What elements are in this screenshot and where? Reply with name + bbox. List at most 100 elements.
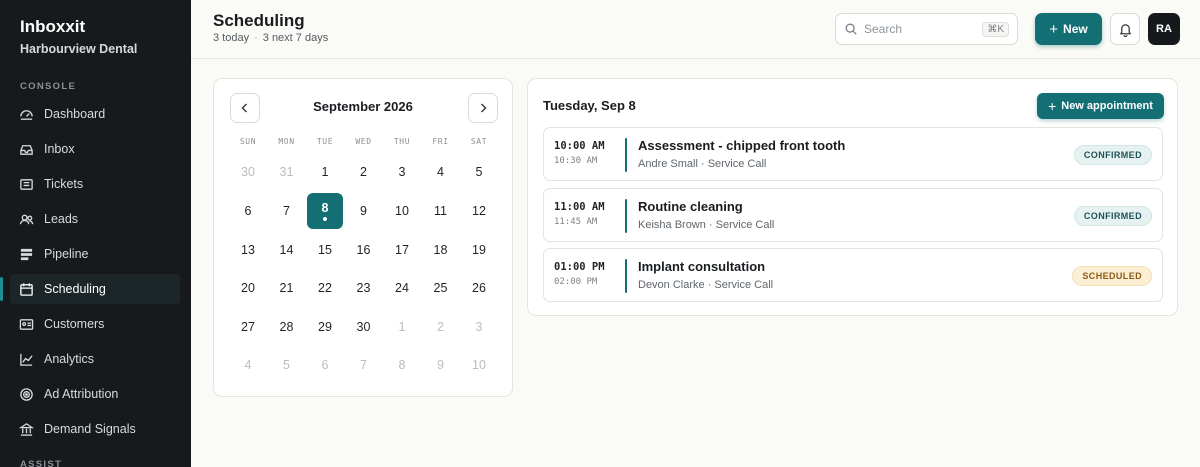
brand-name[interactable]: Inboxxit — [20, 17, 85, 37]
calendar-day-number: 2 — [360, 165, 367, 179]
calendar-day[interactable]: 9 — [423, 347, 459, 383]
sidebar-item-label: Pipeline — [44, 247, 89, 261]
sidebar-item-inbox[interactable]: Inbox — [10, 134, 180, 164]
calendar-day[interactable]: 24 — [384, 270, 420, 306]
calendar-day[interactable]: 25 — [423, 270, 459, 306]
appointment-item[interactable]: 11:00 AM 11:45 AM Routine cleaning Keish… — [543, 188, 1163, 242]
calendar-day[interactable]: 5 — [269, 347, 305, 383]
calendar-day-number: 23 — [356, 281, 371, 295]
notifications-button[interactable] — [1110, 13, 1140, 45]
sidebar-item-customers[interactable]: Customers — [10, 309, 180, 339]
sidebar-item-scheduling[interactable]: Scheduling — [0, 274, 180, 304]
sidebar: Inboxxit Harbourview Dental CONSOLE Dash… — [0, 0, 191, 467]
calendar-day[interactable]: 16 — [346, 232, 382, 268]
appointment-item[interactable]: 01:00 PM 02:00 PM Implant consultation D… — [543, 248, 1163, 302]
status-badge: SCHEDULED — [1072, 266, 1152, 286]
target-icon — [18, 386, 34, 402]
calendar-day[interactable]: 3 — [461, 309, 497, 345]
calendar-day[interactable]: 5 — [461, 154, 497, 190]
calendar-day[interactable]: 10 — [461, 347, 497, 383]
calendar-day[interactable]: 12 — [461, 193, 497, 229]
weekday-label: SUN — [239, 137, 257, 146]
appointment-end-time: 11:45 AM — [554, 217, 598, 227]
calendar-day[interactable]: 26 — [461, 270, 497, 306]
calendar-day[interactable]: 28 — [269, 309, 305, 345]
calendar-day[interactable]: 3 — [384, 154, 420, 190]
calendar-day-number: 6 — [321, 358, 329, 372]
calendar-day[interactable]: 22 — [307, 270, 343, 306]
appointment-end-time: 02:00 PM — [554, 277, 598, 287]
sidebar-item-label: Ad Attribution — [44, 387, 119, 401]
calendar-day-number: 3 — [475, 320, 483, 334]
search-input[interactable]: Search ⌘K — [835, 13, 1018, 45]
calendar-day[interactable]: 30 — [346, 309, 382, 345]
weekday-label: FRI — [432, 137, 449, 146]
new-button-label: New — [1063, 22, 1088, 36]
plus-icon: + — [1049, 20, 1059, 38]
calendar-day-number: 15 — [318, 243, 332, 257]
calendar-day[interactable]: 7 — [269, 193, 305, 229]
calendar-day[interactable]: 1 — [384, 309, 420, 345]
sidebar-item-ad-attribution[interactable]: Ad Attribution — [10, 379, 180, 409]
calendar-day[interactable]: 11 — [423, 193, 459, 229]
calendar-day-number: 29 — [318, 320, 332, 334]
calendar-day-number: 25 — [433, 281, 448, 295]
calendar-day[interactable]: 4 — [423, 154, 459, 190]
sidebar-item-analytics[interactable]: Analytics — [10, 344, 180, 374]
calendar-day[interactable]: 4 — [230, 347, 266, 383]
calendar-day[interactable]: 29 — [307, 309, 343, 345]
calendar-card: September 2026 SUN MON TUE WED THU FRI SAT 30 3… — [213, 78, 513, 397]
calendar-day[interactable]: 20 — [230, 270, 266, 306]
calendar-day-number: 19 — [472, 243, 486, 257]
user-avatar[interactable]: RA — [1148, 13, 1180, 45]
calendar-day[interactable]: 8 — [384, 347, 420, 383]
calendar-day[interactable]: 9 — [346, 193, 382, 229]
appointment-item[interactable]: 10:00 AM 10:30 AM Assessment - chipped f… — [543, 127, 1163, 181]
new-appointment-button[interactable]: + New appointment — [1037, 93, 1164, 119]
calendar-day[interactable]: 13 — [230, 232, 266, 268]
calendar-day[interactable]: 7 — [346, 347, 382, 383]
calendar-day[interactable]: 6 — [307, 347, 343, 383]
calendar-day[interactable]: 14 — [269, 232, 305, 268]
calendar-day-number: 16 — [356, 243, 371, 257]
previous-month-button[interactable] — [230, 93, 260, 123]
search-shortcut: ⌘K — [982, 21, 1009, 37]
calendar-day[interactable]: 19 — [461, 232, 497, 268]
calendar-day-number: 31 — [279, 165, 294, 179]
calendar-day[interactable]: 1 — [307, 154, 343, 190]
calendar-day[interactable]: 2 — [346, 154, 382, 190]
calendar-day-number: 11 — [434, 204, 447, 218]
new-button[interactable]: + New — [1035, 13, 1102, 45]
id-card-icon — [18, 316, 34, 332]
appointment-end-time: 10:30 AM — [554, 156, 598, 166]
sidebar-item-tickets[interactable]: Tickets — [10, 169, 180, 199]
sidebar-item-dashboard[interactable]: Dashboard — [10, 99, 180, 129]
calendar-day[interactable]: 27 — [230, 309, 266, 345]
next-month-button[interactable] — [468, 93, 498, 123]
appointment-start-time: 01:00 PM — [554, 261, 605, 273]
chart-line-icon — [18, 351, 34, 367]
selected-date-heading: Tuesday, Sep 8 — [543, 98, 636, 113]
next-week-count: 3 next 7 days — [262, 32, 329, 44]
calendar-day-number: 14 — [279, 243, 294, 257]
calendar-day[interactable]: 31 — [269, 154, 305, 190]
sidebar-item-leads[interactable]: Leads — [10, 204, 180, 234]
calendar-day[interactable]: 10 — [384, 193, 420, 229]
calendar-day[interactable]: 30 — [230, 154, 266, 190]
organization-name: Harbourview Dental — [20, 42, 138, 56]
calendar-day[interactable]: 17 — [384, 232, 420, 268]
search-placeholder: Search — [864, 22, 903, 36]
calendar-day[interactable]: 21 — [269, 270, 305, 306]
calendar-day[interactable]: 6 — [230, 193, 266, 229]
sidebar-item-demand-signals[interactable]: Demand Signals — [10, 414, 180, 444]
sidebar-item-pipeline[interactable]: Pipeline — [10, 239, 180, 269]
calendar-day-number: 7 — [283, 204, 290, 218]
calendar-day-number: 2 — [437, 320, 444, 334]
calendar-day[interactable]: 18 — [423, 232, 459, 268]
calendar-day[interactable]: 2 — [423, 309, 459, 345]
calendar-day[interactable]: 23 — [346, 270, 382, 306]
calendar-day-selected[interactable]: 8 — [307, 193, 343, 229]
calendar-day[interactable]: 15 — [307, 232, 343, 268]
calendar-icon — [18, 281, 34, 297]
calendar-day-number: 18 — [433, 243, 448, 257]
